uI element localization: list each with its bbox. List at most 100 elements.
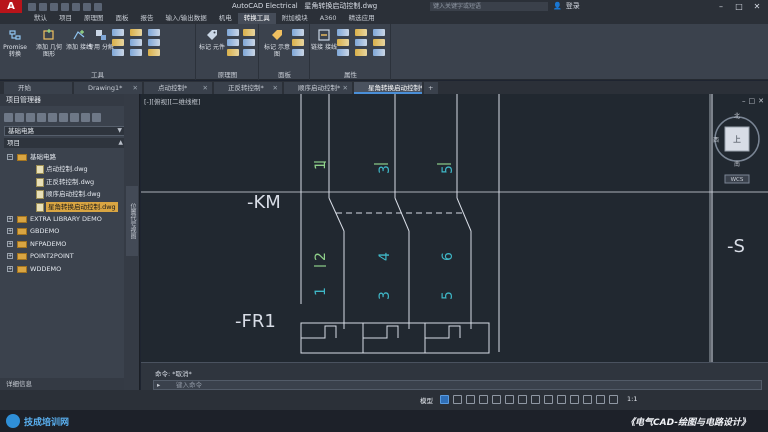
polar-icon[interactable] [479,395,488,404]
doc-tab-1[interactable]: Drawing1* ✕ [74,82,142,94]
user-icon[interactable]: 👤 [553,2,562,10]
drawing-list-icon[interactable] [59,112,68,122]
attr-small-6-icon[interactable] [373,39,385,46]
new-drawing-icon[interactable] [26,112,35,122]
project-tree-folder[interactable]: − 基础电路 [0,151,129,163]
project-subheader[interactable]: 项目 ▲ [4,138,125,148]
attr-small-7-icon[interactable] [337,49,349,56]
expand-icon[interactable]: + [7,215,13,222]
terminal-3-bottom[interactable]: 3 [377,291,393,300]
lineweight-icon[interactable] [518,395,527,404]
terminal-1-top[interactable]: 1 [313,161,329,170]
undo-icon[interactable] [83,2,91,11]
model-space-toggle[interactable]: 模型 [420,395,433,405]
expand-icon[interactable]: + [7,228,13,235]
clean-screen-icon[interactable] [609,395,618,404]
tool-small-7-icon[interactable] [112,49,124,56]
new-tab-button[interactable]: + [424,82,438,94]
project-tree-folder[interactable]: + GBDEMO [0,225,129,237]
tool-small-1-icon[interactable] [112,29,124,36]
ribbon-tab-7[interactable]: 转换工具 [237,13,276,24]
project-tree-folder[interactable]: + POINT2POINT [0,250,129,262]
attr-small-1-icon[interactable] [337,29,349,36]
close-tab-icon[interactable]: ✕ [273,82,278,94]
tag-footprint-button[interactable]: 标记 示意图 [264,28,290,58]
annotation-icon[interactable] [557,395,566,404]
attr-small-9-icon[interactable] [373,49,385,56]
tool-small-3-icon[interactable] [148,29,160,36]
attr-small-8-icon[interactable] [355,49,367,56]
print-icon[interactable] [72,2,80,11]
tag-component-button[interactable]: 标记 元件 [199,28,225,51]
project-tree-file[interactable]: 点动控制.dwg [0,163,129,175]
tool-small-5-icon[interactable] [130,39,142,46]
expand-icon[interactable]: + [7,240,13,247]
terminal-5-bottom[interactable]: 5 [440,291,456,300]
viewport-minimize-icon[interactable]: – [742,97,746,105]
panel-small-1-icon[interactable] [292,29,304,36]
doc-tab-2[interactable]: 点动控制* ✕ [144,82,212,94]
osnap-icon[interactable] [492,395,501,404]
attr-small-3-icon[interactable] [373,29,385,36]
tool-small-9-icon[interactable] [148,49,160,56]
redo-icon[interactable] [94,2,102,11]
otrack-icon[interactable] [505,395,514,404]
workspace-icon[interactable] [570,395,579,404]
drawing-canvas[interactable]: -KM -FR1 -S 1 3 5 2 4 6 1 3 5 上 北 西 南 WC… [141,94,768,362]
ribbon-tab-4[interactable]: 报告 [135,13,160,24]
tool-small-4-icon[interactable] [112,39,124,46]
ribbon-tab-6[interactable]: 机电 [213,13,238,24]
km-label[interactable]: -KM [247,192,281,213]
panel-small-3-icon[interactable] [292,49,304,56]
plot-icon[interactable] [81,112,90,122]
isolate-icon[interactable] [583,395,592,404]
annotation-scale[interactable]: 1:1 [627,395,637,403]
ribbon-tab-0[interactable]: 默认 [28,13,53,24]
close-icon[interactable]: ✕ [748,0,766,13]
open-icon[interactable] [39,2,47,11]
close-tab-icon[interactable]: ✕ [133,82,138,94]
s-label[interactable]: -S [727,236,745,257]
schem-small-6-icon[interactable] [243,49,255,56]
attr-small-5-icon[interactable] [355,39,367,46]
viewport-close-icon[interactable]: ✕ [758,97,764,105]
open-project-icon[interactable] [4,112,13,122]
panel-small-2-icon[interactable] [292,39,304,46]
project-tree-file[interactable]: 正反转控制.dwg [0,176,129,188]
save-icon[interactable] [50,2,58,11]
ribbon-tab-9[interactable]: A360 [314,13,343,24]
project-tree-folder[interactable]: + EXTRA LIBRARY DEMO [0,213,129,225]
viewport-controls[interactable]: [-][俯视][二维线框] [144,96,201,106]
transparency-icon[interactable] [531,395,540,404]
ribbon-tab-10[interactable]: 精选应用 [343,13,381,24]
minimize-icon[interactable]: – [712,0,730,13]
sign-in-link[interactable]: 登录 [566,1,580,11]
ribbon-tab-3[interactable]: 面板 [110,13,135,24]
selection-cycling-icon[interactable] [544,395,553,404]
terminal-4[interactable]: 4 [377,252,393,261]
terminal-1-bottom[interactable]: 1 [313,287,329,296]
new-icon[interactable] [28,2,36,11]
command-input[interactable]: ▸ 键入命令 [153,380,762,390]
ribbon-tab-5[interactable]: 输入/输出数据 [160,13,213,24]
save-as-icon[interactable] [61,2,69,11]
explode-button[interactable]: 专用 分解 [88,28,114,51]
ortho-icon[interactable] [466,395,475,404]
search-input[interactable]: 键入关键字或短语 [430,2,548,11]
project-select[interactable]: 基础电路 ▼ [4,126,125,136]
terminal-5-top[interactable]: 5 [440,165,456,174]
location-view-tab[interactable]: 位置代号视图 [126,186,138,256]
add-geometry-button[interactable]: 添加 几何图形 [36,28,62,58]
fr1-label[interactable]: -FR1 [235,311,276,332]
collapse-icon[interactable]: − [7,154,13,160]
attr-small-2-icon[interactable] [355,29,367,36]
grid-icon[interactable] [440,395,449,404]
app-menu-button[interactable]: A [0,0,22,13]
project-tree-folder[interactable]: + WDDEMO [0,263,129,275]
new-project-icon[interactable] [15,112,24,122]
doc-tab-3[interactable]: 正反转控制* ✕ [214,82,282,94]
ribbon-tab-8[interactable]: 附加模块 [276,13,314,24]
attr-small-4-icon[interactable] [337,39,349,46]
publish-icon[interactable] [70,112,79,122]
doc-tab-5[interactable]: 星角转换启动控制* ✕ [354,82,422,94]
